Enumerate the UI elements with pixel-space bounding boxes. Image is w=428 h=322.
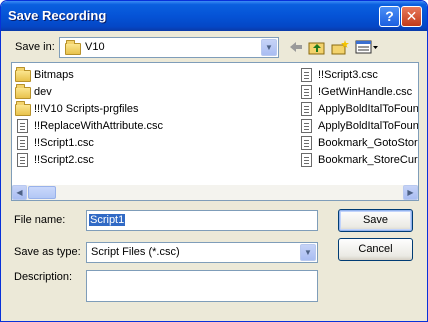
scroll-left-icon[interactable]: ◀	[12, 185, 27, 200]
file-item-label: ApplyBoldItalToFound	[318, 119, 419, 132]
script-file-icon	[15, 118, 31, 133]
script-file-icon	[15, 152, 31, 167]
save-as-type-dropdown[interactable]: Script Files (*.csc) ▼	[86, 242, 318, 263]
folder-icon	[65, 40, 81, 55]
script-file-icon	[299, 84, 315, 99]
scrollbar-thumb[interactable]	[28, 186, 56, 199]
folder-item[interactable]: !!!V10 Scripts-prgfiles	[15, 100, 139, 116]
save-in-dropdown[interactable]: V10 ▼	[59, 37, 279, 58]
close-icon: ✕	[405, 8, 418, 24]
file-item-label: ApplyBoldItalToFound	[318, 102, 419, 115]
script-file-icon	[299, 135, 315, 150]
file-item[interactable]: !!ReplaceWithAttribute.csc	[15, 118, 163, 133]
file-item-label: !!ReplaceWithAttribute.csc	[34, 119, 163, 132]
folder-icon	[15, 83, 31, 99]
file-item[interactable]: !!Script1.csc	[15, 135, 94, 150]
description-label: Description:	[14, 271, 73, 283]
help-icon: ?	[385, 8, 394, 24]
help-button[interactable]: ?	[379, 6, 400, 27]
file-item-label: !!!V10 Scripts-prgfiles	[34, 102, 139, 115]
cancel-button[interactable]: Cancel	[338, 238, 413, 261]
file-item[interactable]: !GetWinHandle.csc	[299, 84, 412, 99]
script-file-icon	[15, 135, 31, 150]
save-as-type-value: Script Files (*.csc)	[91, 246, 180, 258]
file-item[interactable]: ApplyBoldItalToFound	[299, 118, 419, 133]
folder-item[interactable]: Bitmaps	[15, 66, 74, 82]
file-item[interactable]: ApplyBoldItalToFound	[299, 101, 419, 116]
file-item[interactable]: !!Script2.csc	[15, 152, 94, 167]
file-item-label: !!Script1.csc	[34, 136, 94, 149]
file-item-label: !GetWinHandle.csc	[318, 85, 413, 98]
description-field[interactable]	[86, 270, 318, 302]
file-item-label: !!Script3.csc	[318, 68, 378, 81]
file-item-label: Bookmark_StoreCurre	[318, 153, 419, 166]
file-name-field[interactable]: Script1	[86, 210, 318, 231]
folder-item[interactable]: dev	[15, 83, 52, 99]
file-item-label: !!Script2.csc	[34, 153, 94, 166]
new-folder-icon[interactable]	[331, 39, 349, 55]
save-button[interactable]: Save	[338, 209, 413, 232]
save-recording-dialog: Save Recording ? ✕ Save in: V10 ▼ Bitmap…	[0, 0, 428, 322]
file-list[interactable]: Bitmaps dev !!!V10 Scripts-prgfiles !!Repla…	[11, 62, 419, 201]
dialog-title: Save Recording	[8, 8, 107, 23]
chevron-down-icon[interactable]: ▼	[300, 244, 316, 261]
save-button-label: Save	[362, 214, 389, 226]
cancel-button-label: Cancel	[358, 243, 393, 255]
folder-shortcut-icon	[15, 100, 31, 116]
file-item-label: Bitmaps	[34, 68, 74, 81]
scroll-right-icon[interactable]: ▶	[403, 185, 418, 200]
back-arrow-icon[interactable]	[287, 39, 305, 55]
file-item[interactable]: Bookmark_StoreCurre	[299, 152, 419, 167]
script-file-icon	[299, 101, 315, 116]
file-item[interactable]: Bookmark_GotoStore	[299, 135, 419, 150]
up-one-level-icon[interactable]	[308, 39, 326, 55]
horizontal-scrollbar[interactable]: ◀ ▶	[12, 185, 418, 200]
save-in-value: V10	[85, 41, 105, 53]
save-in-label: Save in:	[15, 41, 55, 53]
script-file-icon	[299, 152, 315, 167]
file-name-value: Script1	[89, 214, 126, 226]
file-item-label: dev	[34, 85, 52, 98]
file-name-label: File name:	[14, 214, 66, 226]
script-file-icon	[299, 118, 315, 133]
title-bar[interactable]: Save Recording ? ✕	[1, 1, 427, 31]
folder-icon	[15, 66, 31, 82]
save-as-type-label: Save as type:	[14, 246, 81, 258]
close-button[interactable]: ✕	[401, 6, 422, 27]
file-item[interactable]: !!Script3.csc	[299, 67, 378, 82]
view-menu-icon[interactable]	[355, 39, 379, 55]
chevron-down-icon[interactable]: ▼	[261, 39, 277, 56]
script-file-icon	[299, 67, 315, 82]
file-item-label: Bookmark_GotoStore	[318, 136, 419, 149]
